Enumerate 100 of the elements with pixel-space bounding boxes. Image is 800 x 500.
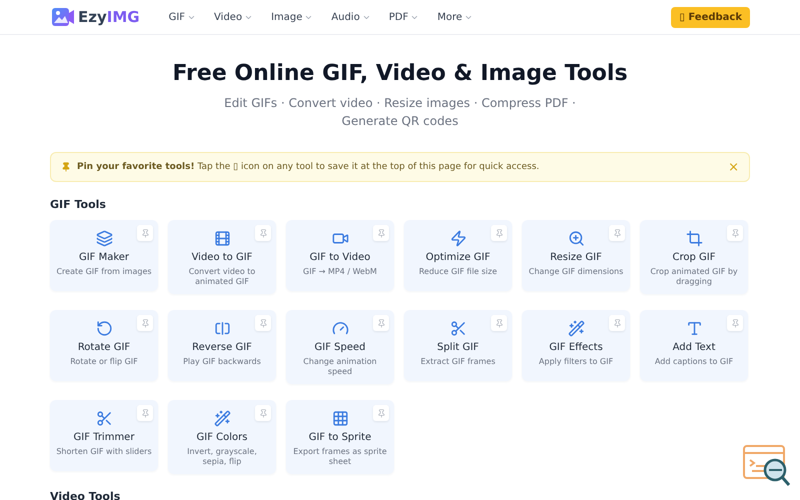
nav-menu-item[interactable]: PDF bbox=[380, 12, 428, 22]
pin-button[interactable] bbox=[609, 315, 625, 331]
tool-title: Crop GIF bbox=[672, 252, 716, 263]
pin-icon bbox=[258, 318, 268, 328]
tool-title: GIF Effects bbox=[549, 342, 603, 353]
pin-icon bbox=[494, 228, 504, 238]
layers-icon bbox=[96, 230, 112, 247]
tool-title: Rotate GIF bbox=[78, 342, 130, 353]
tool-title: GIF Colors bbox=[196, 432, 248, 443]
pin-button[interactable] bbox=[255, 225, 271, 241]
pin-button[interactable] bbox=[727, 225, 743, 241]
crop-icon bbox=[686, 230, 702, 247]
tool-title: GIF to Sprite bbox=[308, 432, 372, 443]
tool-card[interactable]: GIF Effects Apply filters to GIF bbox=[522, 310, 630, 381]
tool-description: Shorten GIF with sliders bbox=[56, 447, 152, 457]
nav-menu-item[interactable]: GIF bbox=[160, 12, 206, 22]
pin-icon bbox=[730, 318, 740, 328]
banner-text: Pin your favorite tools! Tap the ▯ icon on any tool to save it at the top of this page for quick access. bbox=[77, 162, 540, 172]
tool-description: Change animation speed bbox=[302, 357, 378, 377]
pin-button[interactable] bbox=[137, 315, 153, 331]
logo-icon bbox=[52, 8, 74, 26]
pin-button[interactable] bbox=[373, 315, 389, 331]
nav-menu-item[interactable]: Video bbox=[205, 12, 262, 22]
tool-title: GIF Speed bbox=[314, 342, 366, 353]
tool-title: GIF to Video bbox=[310, 252, 370, 263]
pin-button[interactable] bbox=[491, 225, 507, 241]
tool-title: Split GIF bbox=[437, 342, 479, 353]
pin-button[interactable] bbox=[373, 225, 389, 241]
scissors-icon bbox=[450, 320, 466, 337]
tool-title: GIF Trimmer bbox=[74, 432, 134, 443]
tool-title: Resize GIF bbox=[550, 252, 602, 263]
pin-icon bbox=[612, 228, 622, 238]
pin-icon bbox=[258, 408, 268, 418]
tool-description: Add captions to GIF bbox=[654, 357, 734, 367]
pin-icon bbox=[61, 162, 71, 172]
tool-card[interactable]: Optimize GIF Reduce GIF file size bbox=[404, 220, 512, 291]
tool-card[interactable]: GIF to Sprite Export frames as sprite sheet bbox=[286, 400, 394, 474]
rotate-icon bbox=[96, 320, 112, 337]
pin-button[interactable] bbox=[137, 405, 153, 421]
feedback-button[interactable]: ▯ Feedback bbox=[671, 6, 750, 28]
tool-description: Invert, grayscale, sepia, flip bbox=[186, 447, 258, 467]
tool-description: Play GIF backwards bbox=[183, 357, 261, 367]
pin-icon bbox=[140, 318, 150, 328]
tool-description: GIF → MP4 / WebM bbox=[303, 267, 377, 277]
tool-description: Rotate or flip GIF bbox=[70, 357, 138, 367]
pin-icon bbox=[730, 228, 740, 238]
tool-title: Video to GIF bbox=[192, 252, 252, 263]
grid-icon bbox=[332, 410, 348, 427]
film-icon bbox=[214, 230, 230, 247]
pin-button[interactable] bbox=[491, 315, 507, 331]
page-title: Free Online GIF, Video & Image Tools bbox=[172, 61, 628, 86]
split-icon bbox=[214, 320, 230, 337]
pin-button[interactable] bbox=[727, 315, 743, 331]
tool-card[interactable]: GIF Colors Invert, grayscale, sepia, flip bbox=[168, 400, 276, 474]
section-title: Video Tools bbox=[50, 490, 122, 500]
pin-button[interactable] bbox=[137, 225, 153, 241]
code-search-icon[interactable] bbox=[742, 444, 792, 488]
pin-icon bbox=[376, 228, 386, 238]
tool-title: GIF Maker bbox=[78, 252, 130, 263]
tool-description: Change GIF dimensions bbox=[528, 267, 624, 277]
pin-icon bbox=[140, 228, 150, 238]
pin-button[interactable] bbox=[255, 405, 271, 421]
tool-description: Convert video to animated GIF bbox=[188, 267, 256, 287]
pin-icon bbox=[140, 408, 150, 418]
tool-card[interactable]: GIF Maker Create GIF from images bbox=[50, 220, 158, 291]
tool-card[interactable]: Rotate GIF Rotate or flip GIF bbox=[50, 310, 158, 381]
tool-title: Optimize GIF bbox=[426, 252, 490, 263]
tool-card[interactable]: Reverse GIF Play GIF backwards bbox=[168, 310, 276, 381]
tool-card[interactable]: Crop GIF Crop animated GIF by dragging bbox=[640, 220, 748, 294]
tool-description: Crop animated GIF by dragging bbox=[649, 267, 739, 287]
tool-description: Extract GIF frames bbox=[420, 357, 496, 367]
scissors-icon bbox=[96, 410, 112, 427]
tool-description: Create GIF from images bbox=[56, 267, 152, 277]
magic-wand-icon bbox=[568, 320, 584, 337]
pin-icon bbox=[376, 408, 386, 418]
pin-icon bbox=[612, 318, 622, 328]
logo-text[interactable]: EzyIMG bbox=[78, 8, 140, 26]
nav-menu-item[interactable]: More bbox=[428, 12, 482, 22]
tool-card[interactable]: Add Text Add captions to GIF bbox=[640, 310, 748, 381]
pin-button[interactable] bbox=[373, 405, 389, 421]
tool-card[interactable]: Video to GIF Convert video to animated GIF bbox=[168, 220, 276, 294]
tool-card[interactable]: GIF Trimmer Shorten GIF with sliders bbox=[50, 400, 158, 471]
pin-icon bbox=[494, 318, 504, 328]
tool-card[interactable]: GIF to Video GIF → MP4 / WebM bbox=[286, 220, 394, 291]
tool-title: Reverse GIF bbox=[192, 342, 252, 353]
magic-wand-icon bbox=[214, 410, 230, 427]
tool-card[interactable]: Resize GIF Change GIF dimensions bbox=[522, 220, 630, 291]
pin-button[interactable] bbox=[609, 225, 625, 241]
nav-menu-item[interactable]: Image bbox=[262, 12, 322, 22]
tool-card[interactable]: GIF Speed Change animation speed bbox=[286, 310, 394, 384]
zoom-in-icon bbox=[568, 230, 584, 247]
tool-description: Apply filters to GIF bbox=[538, 357, 614, 367]
pin-button[interactable] bbox=[255, 315, 271, 331]
pin-icon bbox=[258, 228, 268, 238]
lightning-icon bbox=[450, 230, 466, 247]
nav-menu-item[interactable]: Audio bbox=[322, 12, 380, 22]
pin-icon bbox=[376, 318, 386, 328]
tool-description: Reduce GIF file size bbox=[418, 267, 498, 277]
page-subtitle: Edit GIFs · Convert video · Resize images · Compress PDF · Generate QR codes bbox=[223, 95, 577, 130]
tool-card[interactable]: Split GIF Extract GIF frames bbox=[404, 310, 512, 381]
